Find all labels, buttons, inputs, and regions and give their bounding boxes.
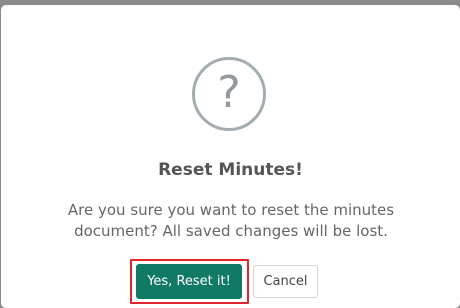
- reset-minutes-dialog: ? Reset Minutes! Are you sure you want t…: [1, 5, 460, 308]
- question-mark-glyph: ?: [217, 67, 241, 118]
- cancel-button[interactable]: Cancel: [253, 265, 318, 298]
- dialog-title: Reset Minutes!: [158, 160, 303, 180]
- confirm-reset-button[interactable]: Yes, Reset it!: [136, 264, 242, 299]
- question-mark-icon: ?: [192, 57, 266, 131]
- dialog-message: Are you sure you want to reset the minut…: [67, 201, 395, 240]
